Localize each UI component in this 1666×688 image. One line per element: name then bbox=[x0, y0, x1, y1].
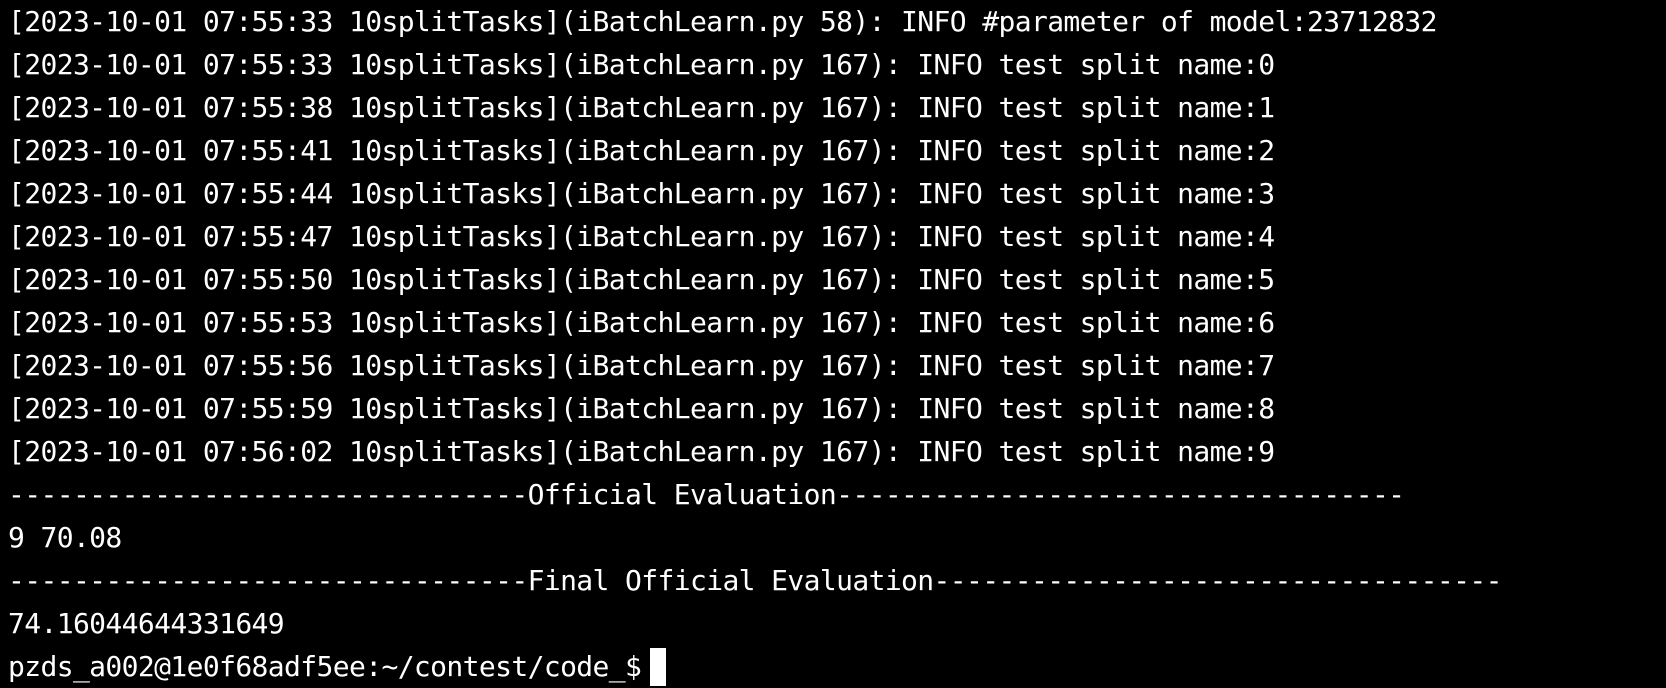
shell-prompt-line[interactable]: pzds_a002@1e0f68adf5ee:~/contest/code_$ bbox=[8, 645, 1666, 688]
shell-prompt: pzds_a002@1e0f68adf5ee:~/contest/code_$ bbox=[8, 650, 642, 683]
log-line-split-3: [2023-10-01 07:55:44 10splitTasks](iBatc… bbox=[8, 177, 1275, 210]
log-line-split-6: [2023-10-01 07:55:53 10splitTasks](iBatc… bbox=[8, 306, 1275, 339]
log-line-split-0: [2023-10-01 07:55:33 10splitTasks](iBatc… bbox=[8, 48, 1275, 81]
log-line-split-9: [2023-10-01 07:56:02 10splitTasks](iBatc… bbox=[8, 435, 1275, 468]
log-line-parameter-count: [2023-10-01 07:55:33 10splitTasks](iBatc… bbox=[8, 5, 1438, 38]
text-cursor[interactable] bbox=[650, 647, 667, 686]
final-official-evaluation-divider: --------------------------------Final Of… bbox=[8, 564, 1502, 597]
official-evaluation-divider: --------------------------------Official… bbox=[8, 478, 1405, 511]
log-line-split-8: [2023-10-01 07:55:59 10splitTasks](iBatc… bbox=[8, 392, 1275, 425]
log-line-split-7: [2023-10-01 07:55:56 10splitTasks](iBatc… bbox=[8, 349, 1275, 382]
log-line-split-4: [2023-10-01 07:55:47 10splitTasks](iBatc… bbox=[8, 220, 1275, 253]
log-line-split-2: [2023-10-01 07:55:41 10splitTasks](iBatc… bbox=[8, 134, 1275, 167]
final-official-evaluation-result: 74.16044644331649 bbox=[8, 607, 285, 640]
terminal-window[interactable]: [2023-10-01 07:55:33 10splitTasks](iBatc… bbox=[0, 0, 1666, 688]
official-evaluation-result: 9 70.08 bbox=[8, 521, 122, 554]
log-line-split-1: [2023-10-01 07:55:38 10splitTasks](iBatc… bbox=[8, 91, 1275, 124]
log-line-split-5: [2023-10-01 07:55:50 10splitTasks](iBatc… bbox=[8, 263, 1275, 296]
